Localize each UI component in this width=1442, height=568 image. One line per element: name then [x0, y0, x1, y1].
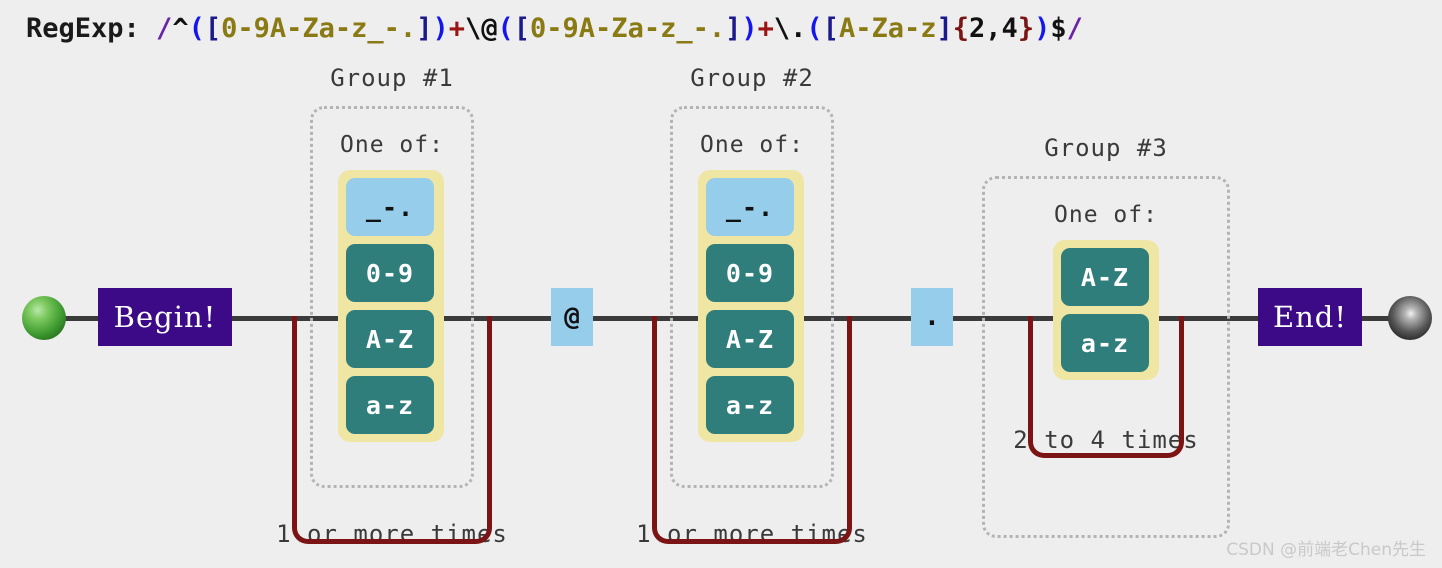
regex-pattern: /^([0-9A-Za-z_-.])+\@([0-9A-Za-z_-.])+\.…	[156, 13, 1083, 44]
regex-token-1: ^	[172, 12, 189, 44]
group-1-alt-2[interactable]: A-Z	[346, 310, 434, 368]
group-1-alt-0[interactable]: _-.	[346, 178, 434, 236]
group-2-oneof-label: One of:	[700, 132, 804, 158]
group-1-alternatives: _-. 0-9 A-Z a-z	[338, 170, 444, 442]
literal-at-label: @	[564, 302, 580, 332]
start-node-icon	[22, 296, 66, 340]
group-3-oneof-label: One of:	[1054, 202, 1158, 228]
literal-at-box[interactable]: @	[551, 288, 593, 346]
begin-terminal-label: Begin!	[113, 300, 217, 334]
regex-token-17: [	[822, 12, 839, 44]
group-3-alternatives: A-Z a-z	[1053, 240, 1159, 380]
group-3-title: Group #3	[1044, 134, 1168, 162]
group-3-alt-0[interactable]: A-Z	[1061, 248, 1149, 306]
regex-token-24: $	[1050, 12, 1067, 44]
group-2-alt-0[interactable]: _-.	[706, 178, 794, 236]
regex-token-4: 0-9A-Za-z_-.	[221, 12, 417, 44]
regex-token-13: )	[741, 12, 758, 44]
regex-token-25: /	[1066, 12, 1083, 44]
regex-token-9: (	[497, 12, 514, 44]
end-terminal[interactable]: End!	[1258, 288, 1362, 346]
regex-header: RegExp: /^([0-9A-Za-z_-.])+\@([0-9A-Za-z…	[26, 8, 1083, 48]
railroad-diagram: Begin! End! Group #1 One of: _-. 0-9 A-Z…	[0, 48, 1442, 568]
group-3-alt-1[interactable]: a-z	[1061, 314, 1149, 372]
group-2-alt-1[interactable]: 0-9	[706, 244, 794, 302]
watermark: CSDN @前端老Chen先生	[1226, 540, 1426, 560]
regex-token-16: (	[806, 12, 823, 44]
regex-token-21: 2,4	[969, 12, 1018, 44]
regex-token-7: +	[448, 12, 465, 44]
literal-dot-box[interactable]: .	[911, 288, 953, 346]
regex-token-2: (	[188, 12, 205, 44]
group-2-title: Group #2	[690, 64, 814, 92]
end-node-icon	[1388, 296, 1432, 340]
group-1-oneof-label: One of:	[340, 132, 444, 158]
regex-token-23: )	[1034, 12, 1051, 44]
regex-token-22: }	[1017, 12, 1035, 44]
group-2-alt-2[interactable]: A-Z	[706, 310, 794, 368]
group-2-alt-3[interactable]: a-z	[706, 376, 794, 434]
regex-token-6: )	[432, 12, 449, 44]
regex-token-11: 0-9A-Za-z_-.	[530, 12, 726, 44]
end-terminal-label: End!	[1272, 300, 1348, 334]
regex-token-8: \@	[464, 12, 498, 44]
group-1-title: Group #1	[330, 64, 454, 92]
regex-token-10: [	[513, 12, 531, 44]
group-2-alternatives: _-. 0-9 A-Z a-z	[698, 170, 804, 442]
group-1-alt-1[interactable]: 0-9	[346, 244, 434, 302]
regex-token-3: [	[204, 12, 222, 44]
regex-token-0: /	[156, 12, 173, 44]
begin-terminal[interactable]: Begin!	[98, 288, 232, 346]
regex-token-19: ]	[936, 12, 953, 44]
literal-dot-label: .	[924, 302, 940, 332]
group-1-alt-3[interactable]: a-z	[346, 376, 434, 434]
regex-label: RegExp:	[26, 12, 157, 44]
regex-token-15: \.	[773, 12, 807, 44]
regex-token-20: {	[952, 12, 970, 44]
regex-token-14: +	[757, 12, 774, 44]
regex-token-12: ]	[725, 12, 742, 44]
regex-token-5: ]	[416, 12, 433, 44]
regex-token-18: A-Za-z	[838, 12, 937, 44]
